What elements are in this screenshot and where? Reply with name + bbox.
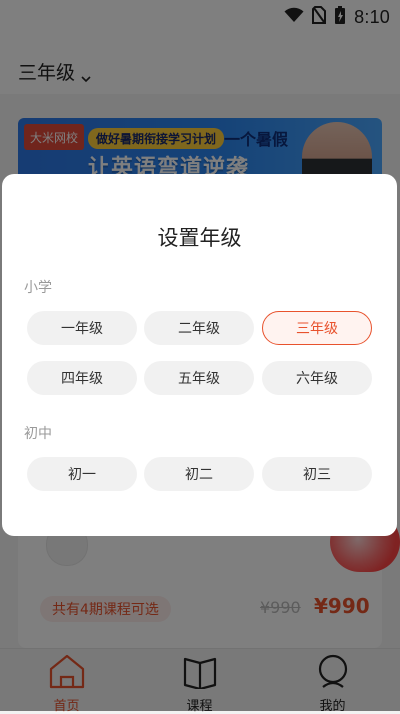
grade-option-4[interactable]: 四年级 bbox=[27, 361, 137, 395]
dialog-title: 设置年级 bbox=[157, 226, 242, 250]
grade-option-2[interactable]: 二年级 bbox=[144, 311, 254, 345]
grade-option-1[interactable]: 一年级 bbox=[27, 311, 137, 345]
grade-option-3-selected[interactable]: 三年级 bbox=[262, 311, 372, 345]
section-label-junior: 初中 bbox=[24, 426, 52, 442]
grade-option-6[interactable]: 六年级 bbox=[262, 361, 372, 395]
grade-option-junior-2[interactable]: 初二 bbox=[144, 457, 254, 491]
section-label-primary: 小学 bbox=[24, 280, 52, 296]
grade-option-junior-3[interactable]: 初三 bbox=[262, 457, 372, 491]
grade-dialog: 设置年级 小学 一年级 二年级 三年级 四年级 五年级 六年级 初中 初一 初二… bbox=[2, 174, 397, 536]
grade-option-junior-1[interactable]: 初一 bbox=[27, 457, 137, 491]
grade-option-5[interactable]: 五年级 bbox=[144, 361, 254, 395]
